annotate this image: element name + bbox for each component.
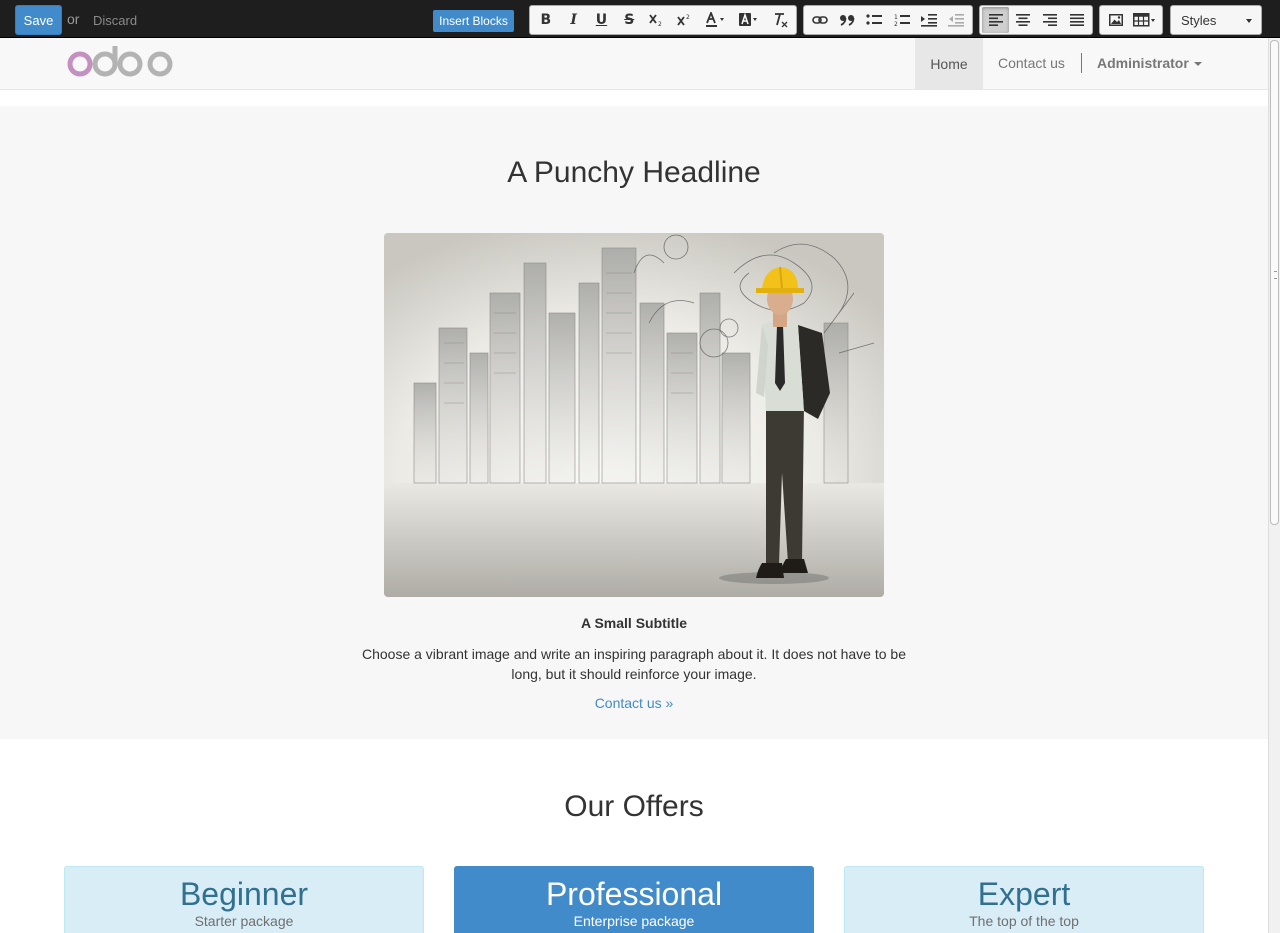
- user-menu[interactable]: Administrator: [1097, 55, 1202, 71]
- scrollbar-thumb[interactable]: [1270, 40, 1279, 525]
- styles-dropdown-label: Styles: [1181, 12, 1217, 28]
- clear-format-icon[interactable]: [766, 7, 794, 33]
- media-group: [1099, 5, 1163, 35]
- unordered-list-icon[interactable]: [861, 7, 888, 33]
- offers-heading[interactable]: Our Offers: [0, 790, 1268, 824]
- odoo-logo[interactable]: [67, 45, 175, 86]
- background-color-icon[interactable]: [732, 7, 766, 33]
- align-right-icon[interactable]: [1036, 7, 1063, 33]
- offer-title: Expert: [977, 876, 1071, 912]
- nav-divider: [1081, 53, 1082, 73]
- text-format-group: B I U S 2 2: [529, 5, 797, 35]
- align-center-icon[interactable]: [1009, 7, 1036, 33]
- save-button[interactable]: Save: [15, 5, 62, 35]
- offer-title: Professional: [545, 876, 723, 912]
- grip-icon: [1274, 271, 1277, 279]
- discard-button[interactable]: Discard: [93, 13, 137, 28]
- offer-card-expert[interactable]: Expert The top of the top: [844, 866, 1204, 933]
- table-icon[interactable]: [1129, 7, 1160, 33]
- page-scrollbar[interactable]: [1268, 38, 1280, 933]
- user-menu-label: Administrator: [1097, 55, 1189, 71]
- offer-subtitle: The top of the top: [969, 913, 1079, 929]
- underline-icon[interactable]: U: [588, 7, 616, 33]
- align-justify-icon[interactable]: [1063, 7, 1090, 33]
- svg-text:2: 2: [894, 21, 898, 27]
- strikethrough-icon[interactable]: S: [615, 7, 643, 33]
- indent-icon[interactable]: [915, 7, 942, 33]
- or-text: or: [67, 11, 80, 27]
- offer-card-professional[interactable]: Professional Enterprise package: [454, 866, 814, 933]
- superscript-icon[interactable]: 2: [671, 7, 699, 33]
- nav-item-home[interactable]: Home: [915, 38, 983, 89]
- align-group: [979, 5, 1093, 35]
- hero-headline[interactable]: A Punchy Headline: [0, 156, 1268, 190]
- subscript-icon[interactable]: 2: [643, 7, 671, 33]
- svg-text:1: 1: [894, 14, 898, 21]
- contact-us-link[interactable]: Contact us »: [0, 695, 1268, 711]
- svg-text:2: 2: [686, 14, 690, 21]
- styles-dropdown[interactable]: Styles: [1170, 5, 1262, 35]
- hero-section: A Punchy Headline A Small Subtitle Choos…: [0, 106, 1268, 739]
- hero-image[interactable]: [384, 233, 884, 597]
- caret-down-icon: [1193, 62, 1202, 67]
- offer-subtitle: Enterprise package: [573, 913, 695, 929]
- insert-group: 12: [803, 5, 973, 35]
- font-color-icon[interactable]: [699, 7, 733, 33]
- hero-paragraph[interactable]: Choose a vibrant image and write an insp…: [359, 644, 909, 684]
- nav-item-contact-us[interactable]: Contact us: [998, 55, 1065, 71]
- bold-icon[interactable]: B: [532, 7, 560, 33]
- blockquote-icon[interactable]: [833, 7, 860, 33]
- svg-text:2: 2: [658, 21, 662, 27]
- offer-title: Beginner: [179, 876, 309, 912]
- offer-subtitle: Starter package: [194, 913, 294, 929]
- align-left-icon[interactable]: [982, 7, 1009, 33]
- italic-icon[interactable]: I: [560, 7, 588, 33]
- outdent-icon[interactable]: [943, 7, 970, 33]
- insert-blocks-button[interactable]: Insert Blocks: [433, 10, 514, 32]
- link-icon[interactable]: [806, 7, 833, 33]
- editor-toolbar: Save or Discard Insert Blocks B I U S 2 …: [0, 0, 1280, 38]
- hero-subtitle[interactable]: A Small Subtitle: [0, 615, 1268, 631]
- caret-down-icon: [1246, 19, 1252, 23]
- offer-card-beginner[interactable]: Beginner Starter package: [64, 866, 424, 933]
- image-icon[interactable]: [1102, 7, 1129, 33]
- ordered-list-icon[interactable]: 12: [888, 7, 915, 33]
- site-navbar: Home Contact us Administrator: [0, 38, 1268, 90]
